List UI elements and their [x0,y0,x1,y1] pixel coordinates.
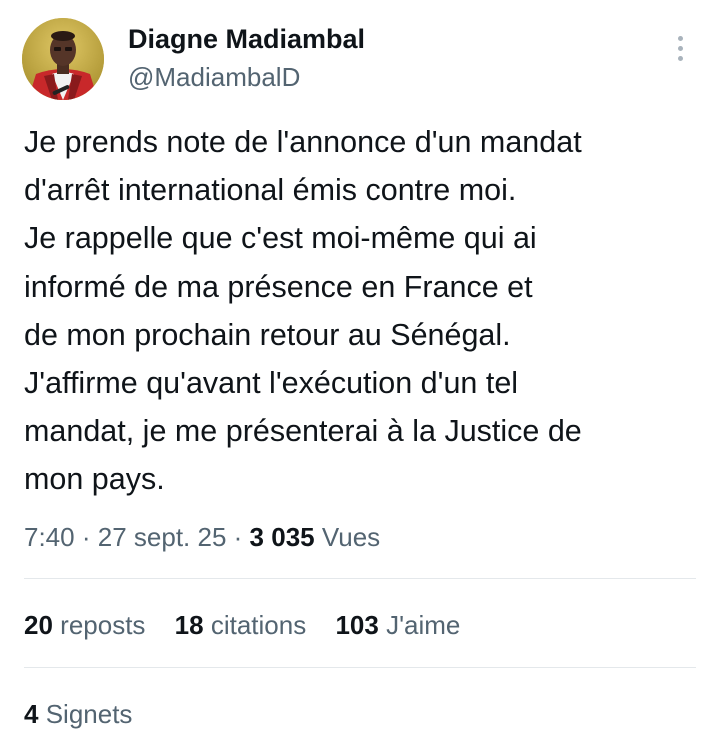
author-name[interactable]: Diagne Madiambal [128,22,365,56]
meta-separator: · [81,522,91,552]
views-label: Vues [321,522,381,552]
tweet-line: Je rappelle que c'est moi-même qui ai [24,221,537,256]
tweet-line: mandat, je me présenterai à la Justice d… [24,414,582,449]
reposts-stat[interactable]: 20 reposts [24,605,145,645]
tweet-line: d'arrêt international émis contre moi. [24,173,517,208]
tweet-time[interactable]: 7:40 [24,522,75,552]
divider [24,667,696,668]
tweet-line: informé de ma présence en France et [24,269,533,304]
reposts-label: reposts [60,610,146,640]
tweet-text: Je prends note de l'annonce d'un mandat … [24,118,714,504]
engagement-stats: 20 reposts 18 citations 103 J'aime [24,605,482,645]
reposts-count: 20 [24,610,53,640]
bookmarks-label: Signets [45,699,133,729]
avatar[interactable] [22,18,104,100]
tweet-date[interactable]: 27 sept. 25 [98,522,227,552]
quotes-count: 18 [174,610,204,640]
more-vertical-icon[interactable] [672,36,688,66]
author-handle[interactable]: @MadiambalD [128,60,300,94]
quotes-label: citations [210,610,307,640]
tweet-line: mon pays. [24,462,165,497]
meta-separator: · [233,522,243,552]
views-count: 3 035 [249,522,315,552]
likes-stat[interactable]: 103 J'aime [335,605,460,645]
quotes-stat[interactable]: 18 citations [175,605,307,645]
tweet-header: Diagne Madiambal @MadiambalD [22,18,698,102]
divider [24,578,696,579]
likes-label: J'aime [386,610,461,640]
likes-count: 103 [335,610,379,640]
tweet-line: J'affirme qu'avant l'exécution d'un tel [24,366,519,401]
avatar-image [22,18,104,100]
tweet-meta: 7:40 · 27 sept. 25 · 3 035 Vues [24,517,380,557]
bookmarks-stat[interactable]: 4 Signets [24,694,132,734]
tweet-line: Je prends note de l'annonce d'un mandat [24,125,582,159]
tweet-line: de mon prochain retour au Sénégal. [24,317,511,352]
bookmarks-count: 4 [24,699,39,729]
